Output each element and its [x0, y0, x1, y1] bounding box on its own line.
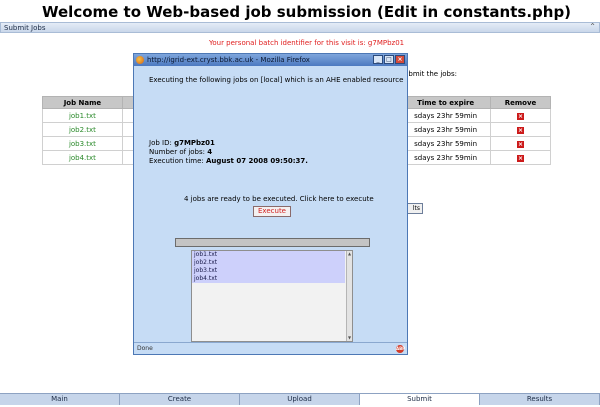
page-title: Welcome to Web-based job submission (Edi… [42, 3, 572, 21]
header-remove: Remove [490, 96, 551, 109]
popup-title: http://igrid-ext.cryst.bbk.ac.uk - Mozil… [147, 56, 310, 64]
job-name-cell[interactable]: job4.txt [42, 150, 123, 165]
job-name-cell[interactable]: job1.txt [42, 108, 123, 123]
progress-bar [175, 238, 370, 247]
ready-text: 4 jobs are ready to be executed. Click h… [184, 195, 374, 203]
remove-x-icon[interactable]: × [517, 112, 525, 120]
job-list[interactable]: job1.txt job2.txt job3.txt job4.txt ▲ ▼ [191, 250, 353, 342]
maximize-icon[interactable]: □ [384, 55, 394, 64]
section-title: Submit Jobs [4, 24, 46, 32]
tab-results[interactable]: Results [480, 394, 600, 405]
tab-upload[interactable]: Upload [240, 394, 360, 405]
scroll-down-icon[interactable]: ▼ [347, 335, 352, 341]
status-bar: Done ABP [134, 342, 407, 354]
minimize-icon[interactable]: _ [373, 55, 383, 64]
remove-cell: × [490, 150, 551, 165]
tab-create[interactable]: Create [120, 394, 240, 405]
firefox-popup-window: http://igrid-ext.cryst.bbk.ac.uk - Mozil… [133, 53, 408, 355]
remove-cell: × [490, 136, 551, 151]
list-item[interactable]: job2.txt [192, 259, 345, 267]
close-icon[interactable]: × [395, 55, 405, 64]
job-id-line: Job ID: g7MPbz01 [149, 139, 215, 147]
section-collapse-icon[interactable]: ⌃ [589, 22, 596, 31]
tab-main[interactable]: Main [0, 394, 120, 405]
section-header: Submit Jobs ⌃ [0, 22, 600, 33]
remove-x-icon[interactable]: × [517, 126, 525, 134]
job-id-label: Job ID: [149, 139, 175, 147]
execute-button[interactable]: Execute [253, 206, 291, 217]
expire-cell: sdays 23hr 59min [400, 108, 492, 123]
status-text: Done [137, 345, 153, 352]
num-jobs-label: Number of jobs: [149, 148, 208, 156]
bottom-tab-bar: Main Create Upload Submit Results [0, 393, 600, 405]
scroll-up-icon[interactable]: ▲ [347, 251, 352, 257]
remove-cell: × [490, 122, 551, 137]
firefox-icon [136, 56, 144, 64]
job-name-cell[interactable]: job3.txt [42, 136, 123, 151]
list-item[interactable]: job3.txt [192, 267, 345, 275]
list-item[interactable]: job4.txt [192, 275, 345, 283]
list-item[interactable]: job1.txt [192, 251, 345, 259]
remove-cell: × [490, 108, 551, 123]
popup-titlebar[interactable]: http://igrid-ext.cryst.bbk.ac.uk - Mozil… [134, 54, 407, 66]
execution-heading: Executing the following jobs on [local] … [149, 76, 404, 84]
expire-cell: sdays 23hr 59min [400, 150, 492, 165]
job-name-cell[interactable]: job2.txt [42, 122, 123, 137]
popup-body: Executing the following jobs on [local] … [137, 67, 404, 342]
list-scrollbar[interactable]: ▲ ▼ [346, 251, 352, 341]
execution-time-value: August 07 2008 09:50:37. [205, 157, 308, 165]
execution-time-line: Execution time: August 07 2008 09:50:37. [149, 157, 308, 165]
expire-cell: sdays 23hr 59min [400, 136, 492, 151]
expire-cell: sdays 23hr 59min [400, 122, 492, 137]
header-time-to-expire: Time to expire [400, 96, 492, 109]
remove-x-icon[interactable]: × [517, 154, 525, 162]
job-id-value: g7MPbz01 [174, 139, 215, 147]
remove-x-icon[interactable]: × [517, 140, 525, 148]
header-job-name: Job Name [42, 96, 123, 109]
submit-hint-text: ubmit the jobs: [404, 70, 458, 78]
num-jobs-line: Number of jobs: 4 [149, 148, 212, 156]
tab-submit[interactable]: Submit [360, 394, 480, 405]
batch-identifier-text: Your personal batch identifier for this … [209, 39, 405, 47]
execution-time-label: Execution time: [149, 157, 206, 165]
num-jobs-value: 4 [207, 148, 213, 156]
adblock-icon[interactable]: ABP [396, 345, 405, 353]
